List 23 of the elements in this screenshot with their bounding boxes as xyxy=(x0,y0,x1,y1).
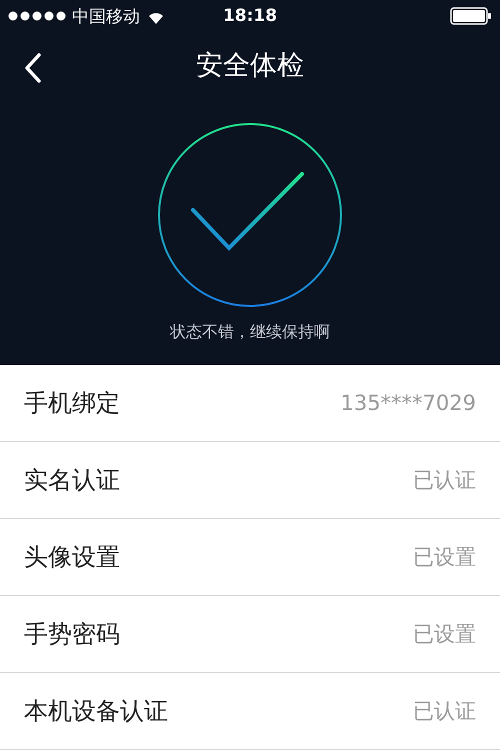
settings-row[interactable]: 手势密码 已设置 xyxy=(0,596,500,673)
row-value: 已认证 xyxy=(413,467,476,494)
battery-icon xyxy=(450,7,492,25)
row-value: 已认证 xyxy=(413,698,476,725)
settings-row[interactable]: 头像设置 已设置 xyxy=(0,519,500,596)
row-value: 已设置 xyxy=(413,621,476,648)
row-label: 实名认证 xyxy=(24,465,120,496)
row-label: 头像设置 xyxy=(24,542,120,573)
row-value: 已设置 xyxy=(413,544,476,571)
row-label: 手势密码 xyxy=(24,619,120,650)
settings-row[interactable]: 手机绑定 135****7029 xyxy=(0,365,500,442)
page-title: 安全体检 xyxy=(196,49,304,83)
check-circle-icon xyxy=(157,122,343,308)
status-time: 18:18 xyxy=(222,6,278,26)
chevron-left-icon xyxy=(24,53,42,83)
row-label: 本机设备认证 xyxy=(24,696,168,727)
status-message: 状态不错，继续保持啊 xyxy=(170,322,330,343)
row-value: 135****7029 xyxy=(340,391,476,415)
settings-row[interactable]: 本机设备认证 已认证 xyxy=(0,673,500,750)
signal-icon xyxy=(8,11,66,21)
carrier-name: 中国移动 xyxy=(72,6,140,28)
settings-row[interactable]: 实名认证 已认证 xyxy=(0,442,500,519)
row-label: 手机绑定 xyxy=(24,388,120,419)
